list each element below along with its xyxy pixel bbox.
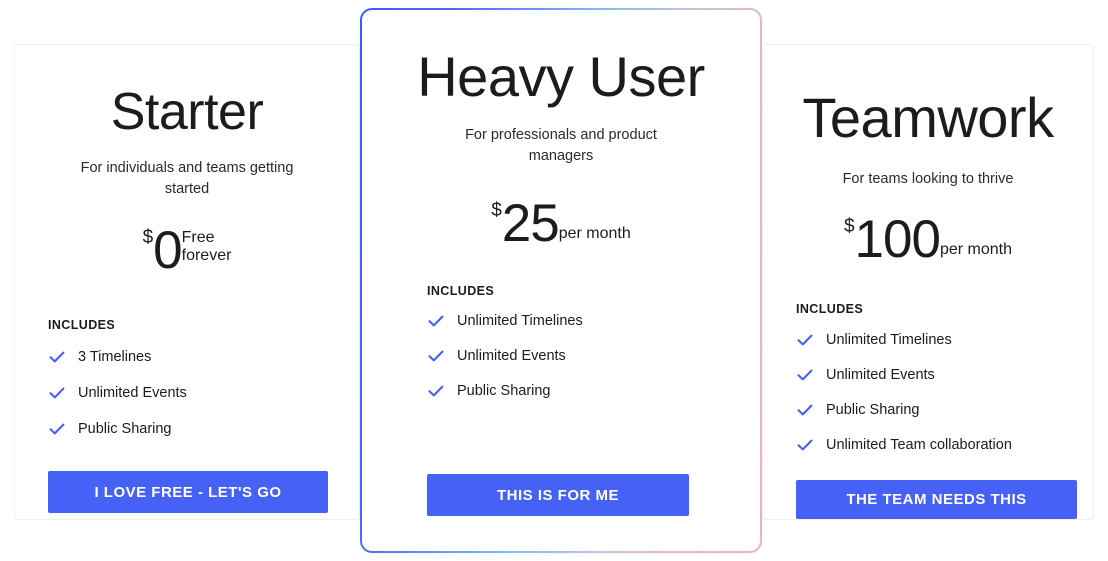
feature-list: Unlimited Timelines Unlimited Events Pub… <box>796 331 1093 454</box>
cta-button-teamwork[interactable]: THE TEAM NEEDS THIS <box>796 480 1077 519</box>
check-icon <box>796 401 814 419</box>
check-icon <box>796 366 814 384</box>
price-amount: 100 <box>854 209 941 269</box>
check-icon <box>48 348 66 366</box>
feature-label: Unlimited Timelines <box>457 313 583 330</box>
price-period: Free forever <box>181 228 232 264</box>
plan-tagline-heavy-user: For professionals and product managers <box>465 126 657 164</box>
plan-name-teamwork: Teamwork <box>802 86 1054 149</box>
feature-label: Public Sharing <box>78 420 172 437</box>
price-currency: $ <box>843 215 855 237</box>
check-icon <box>48 384 66 402</box>
feature-list: Unlimited Timelines Unlimited Events Pub… <box>427 312 760 400</box>
pricing-card-heavy-user: Heavy User For professionals and product… <box>360 8 762 553</box>
plan-tagline-teamwork: For teams looking to thrive <box>842 170 1014 187</box>
feature-label: Unlimited Events <box>78 384 187 401</box>
feature-label: 3 Timelines <box>78 348 152 365</box>
price-period: per month <box>558 225 631 243</box>
price-period: per month <box>939 241 1013 259</box>
plan-price-teamwork: $ 100 per month <box>843 209 1013 269</box>
check-icon <box>48 420 66 438</box>
price-currency: $ <box>491 199 502 221</box>
check-icon <box>796 436 814 454</box>
cta-button-starter[interactable]: I LOVE FREE - LET'S GO <box>48 471 328 514</box>
list-item: Public Sharing <box>427 382 760 400</box>
list-item: Public Sharing <box>48 420 359 438</box>
list-item: 3 Timelines <box>48 348 359 366</box>
pricing-card-teamwork: Teamwork For teams looking to thrive $ 1… <box>762 44 1094 520</box>
features-heavy-user: INCLUDES Unlimited Timelines Unlimited E… <box>362 284 760 400</box>
pricing-table: Starter For individuals and teams gettin… <box>0 0 1108 561</box>
check-icon <box>427 312 445 330</box>
list-item: Unlimited Timelines <box>427 312 760 330</box>
price-amount: 0 <box>153 220 183 280</box>
feature-label: Unlimited Team collaboration <box>826 437 1012 454</box>
list-item: Unlimited Events <box>796 366 1093 384</box>
feature-label: Public Sharing <box>457 383 551 400</box>
features-starter: INCLUDES 3 Timelines Unlimited Events Pu… <box>15 318 359 438</box>
list-item: Unlimited Team collaboration <box>796 436 1093 454</box>
list-item: Unlimited Timelines <box>796 331 1093 349</box>
includes-label: INCLUDES <box>48 318 116 333</box>
feature-label: Unlimited Events <box>826 367 935 384</box>
feature-label: Public Sharing <box>826 402 920 419</box>
list-item: Public Sharing <box>796 401 1093 419</box>
list-item: Unlimited Events <box>48 384 359 402</box>
includes-label: INCLUDES <box>796 302 864 317</box>
plan-price-starter: $ 0 Free forever <box>142 220 232 280</box>
features-teamwork: INCLUDES Unlimited Timelines Unlimited E… <box>763 302 1093 454</box>
check-icon <box>427 382 445 400</box>
feature-label: Unlimited Timelines <box>826 332 952 349</box>
plan-tagline-starter: For individuals and teams getting starte… <box>80 159 294 197</box>
plan-name-starter: Starter <box>110 83 264 141</box>
plan-name-heavy-user: Heavy User <box>417 45 705 108</box>
check-icon <box>796 331 814 349</box>
price-amount: 25 <box>501 193 560 253</box>
price-currency: $ <box>142 226 154 248</box>
list-item: Unlimited Events <box>427 347 760 365</box>
cta-button-heavy-user[interactable]: THIS IS FOR ME <box>427 474 689 517</box>
check-icon <box>427 347 445 365</box>
includes-label: INCLUDES <box>427 284 495 299</box>
pricing-card-starter: Starter For individuals and teams gettin… <box>14 44 360 520</box>
plan-price-heavy-user: $ 25 per month <box>491 193 631 253</box>
feature-list: 3 Timelines Unlimited Events Public Shar… <box>48 348 359 438</box>
feature-label: Unlimited Events <box>457 348 566 365</box>
